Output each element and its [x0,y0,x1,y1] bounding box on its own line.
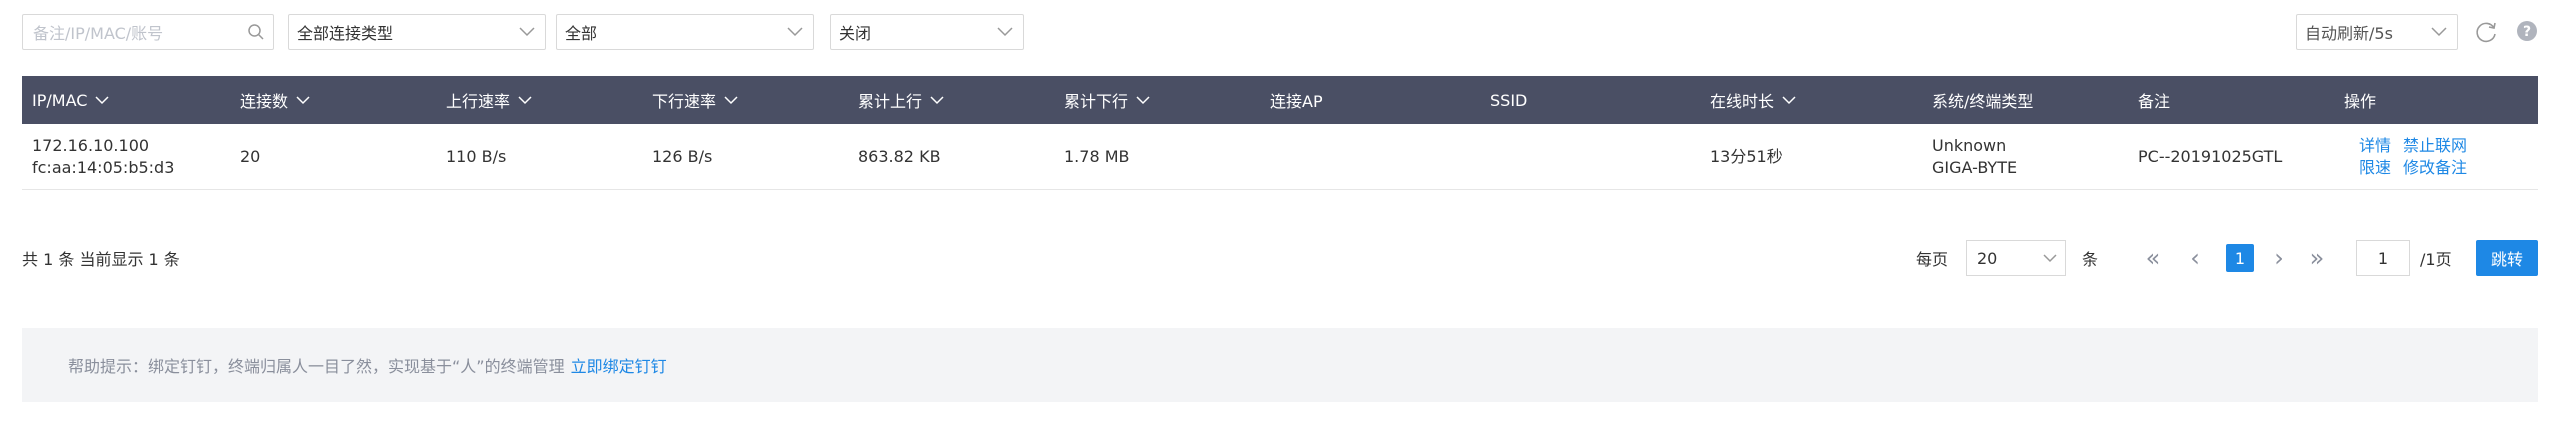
chevron-down-icon [2035,253,2065,263]
col-label: 累计下行 [1064,92,1129,111]
prev-page-icon[interactable]: ‹ [2180,242,2210,274]
table-header: IP/MAC 连接数 上行速率 下行速率 累计上行 累计下行 连接AP SSID… [22,76,2538,124]
toolbar: 备注/IP/MAC/账号 全部连接类型 全部 关闭 自动刷新/5s ? [0,0,2560,70]
details-link[interactable]: 详情 [2359,135,2391,157]
chevron-down-icon [987,27,1023,37]
svg-text:?: ? [2523,24,2531,40]
scope-select[interactable]: 全部 [556,14,814,50]
status-value: 关闭 [839,24,872,43]
col-label: 连接AP [1270,92,1323,111]
chevron-down-icon [2421,27,2457,37]
last-page-icon[interactable]: » [2302,242,2332,274]
ip-text: 172.16.10.100 [32,136,150,155]
col-label: 在线时长 [1710,92,1775,111]
chevron-down-icon [930,95,944,105]
col-label: 操作 [2344,92,2377,111]
col-label: 累计上行 [858,92,923,111]
page-number-input[interactable]: 1 [2356,240,2410,276]
cell-os: Unknown GIGA-BYTE [1932,124,2017,190]
cell-up-rate: 110 B/s [446,147,507,166]
connection-type-value: 全部连接类型 [297,24,394,43]
chevron-down-icon [1782,95,1796,105]
search-input[interactable]: 备注/IP/MAC/账号 [22,14,274,50]
cell-note: PC--20191025GTL [2138,147,2283,166]
connection-type-select[interactable]: 全部连接类型 [288,14,546,50]
col-label: 备注 [2138,92,2171,111]
search-icon[interactable] [239,23,273,41]
chevron-down-icon [777,27,813,37]
col-label: SSID [1490,90,1528,110]
result-summary: 共 1 条 当前显示 1 条 [22,250,180,269]
per-page-value: 20 [1977,248,1998,268]
cell-ops: 详情 禁止联网 限速 修改备注 [2344,124,2494,190]
search-placeholder: 备注/IP/MAC/账号 [33,24,164,43]
col-ssid: SSID [1490,76,1527,124]
help-icon[interactable]: ? [2512,16,2542,46]
status-select[interactable]: 关闭 [830,14,1024,50]
col-os: 系统/终端类型 [1932,76,2033,124]
col-label: 连接数 [240,92,289,111]
col-ip-mac[interactable]: IP/MAC [32,76,109,124]
col-total-down[interactable]: 累计下行 [1064,76,1150,124]
cell-connections: 20 [240,147,261,166]
chevron-down-icon [296,95,310,105]
next-page-icon[interactable]: › [2264,242,2294,274]
cell-total-down: 1.78 MB [1064,147,1130,166]
help-tip-text: 帮助提示：绑定钉钉，终端归属人一目了然，实现基于“人”的终端管理 [68,357,565,376]
per-page-text: 每页 [1916,250,1949,269]
chevron-down-icon [95,95,109,105]
col-ap: 连接AP [1270,76,1323,124]
total-pages: /1页 [2420,240,2452,276]
device-table: IP/MAC 连接数 上行速率 下行速率 累计上行 累计下行 连接AP SSID… [22,76,2538,190]
cell-online: 13分51秒 [1710,147,1783,166]
cell-down-rate: 126 B/s [652,147,713,166]
vendor-text: GIGA-BYTE [1932,158,2018,177]
chevron-down-icon [509,27,545,37]
chevron-down-icon [724,95,738,105]
per-page-unit-text: 条 [2082,250,2099,269]
col-label: 下行速率 [652,92,717,111]
col-up-rate[interactable]: 上行速率 [446,76,532,124]
table-row: 172.16.10.100 fc:aa:14:05:b5:d3 20 110 B… [22,124,2538,190]
total-pages-text: /1页 [2420,250,2452,269]
col-ops: 操作 [2344,76,2376,124]
col-down-rate[interactable]: 下行速率 [652,76,738,124]
rate-limit-link[interactable]: 限速 [2359,157,2391,179]
col-label: IP/MAC [32,90,88,110]
per-page-unit: 条 [2082,240,2098,276]
edit-note-link[interactable]: 修改备注 [2403,157,2467,179]
help-tip: 帮助提示：绑定钉钉，终端归属人一目了然，实现基于“人”的终端管理 立即绑定钉钉 [22,328,2538,402]
os-text: Unknown [1932,136,2007,155]
chevron-down-icon [518,95,532,105]
mac-text: fc:aa:14:05:b5:d3 [32,158,175,177]
per-page-select[interactable]: 20 [1966,240,2066,276]
cell-ip-mac: 172.16.10.100 fc:aa:14:05:b5:d3 [32,124,174,190]
col-label: 系统/终端类型 [1932,92,2034,111]
col-total-up[interactable]: 累计上行 [858,76,944,124]
scope-value: 全部 [565,24,598,43]
jump-button[interactable]: 跳转 [2476,240,2538,276]
col-online[interactable]: 在线时长 [1710,76,1796,124]
block-network-link[interactable]: 禁止联网 [2403,135,2467,157]
per-page-label: 每页 [1916,240,1948,276]
col-note: 备注 [2138,76,2170,124]
current-page-button[interactable]: 1 [2226,244,2254,272]
first-page-icon[interactable]: « [2138,242,2168,274]
bind-dingtalk-link[interactable]: 立即绑定钉钉 [571,353,667,377]
auto-refresh-select[interactable]: 自动刷新/5s [2296,14,2458,50]
auto-refresh-value: 自动刷新/5s [2305,24,2393,43]
cell-total-up: 863.82 KB [858,147,941,166]
refresh-icon[interactable] [2470,16,2502,48]
chevron-down-icon [1136,95,1150,105]
col-connections[interactable]: 连接数 [240,76,310,124]
col-label: 上行速率 [446,92,511,111]
